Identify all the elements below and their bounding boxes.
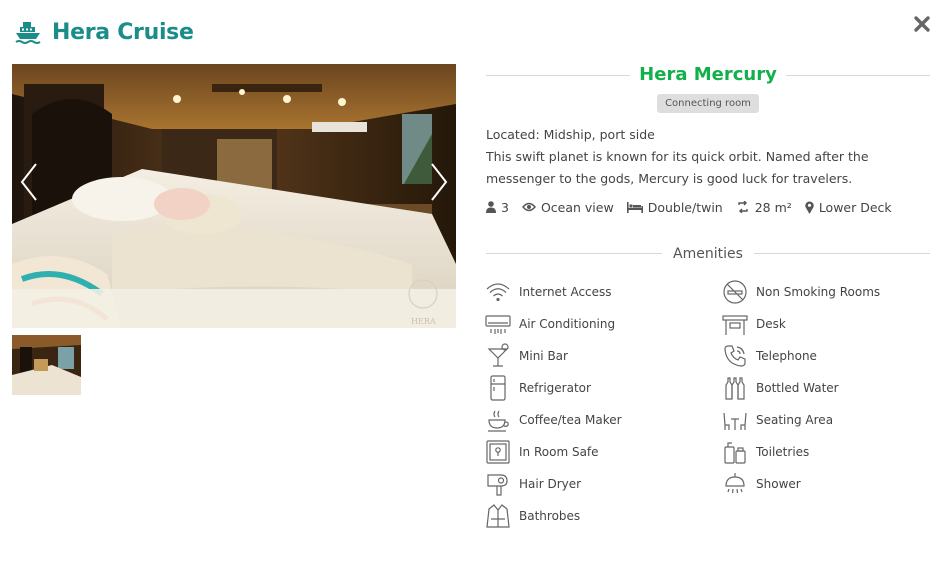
fact-view: Ocean view bbox=[522, 200, 614, 215]
chevron-left-icon[interactable] bbox=[18, 160, 40, 204]
amenity-label: Refrigerator bbox=[519, 381, 591, 395]
fact-view-value: Ocean view bbox=[540, 199, 614, 215]
amenity-item: Seating Area bbox=[722, 407, 833, 433]
fact-bed: Double/twin bbox=[626, 199, 723, 215]
divider bbox=[486, 75, 630, 76]
divider bbox=[486, 253, 662, 254]
coffee-cup-icon bbox=[488, 410, 509, 432]
amenity-item: Non Smoking Rooms bbox=[722, 279, 880, 305]
amenity-label: Coffee/tea Maker bbox=[519, 413, 622, 427]
wifi-icon bbox=[486, 283, 510, 302]
room-location: Located: Midship, port side bbox=[486, 127, 655, 142]
close-icon[interactable] bbox=[912, 14, 932, 34]
amenity-label: Mini Bar bbox=[519, 349, 568, 363]
svg-text:HERA: HERA bbox=[411, 317, 436, 326]
fact-bed-value: Double/twin bbox=[647, 199, 723, 215]
amenities-heading: Amenities bbox=[486, 244, 930, 264]
amenity-item: Coffee/tea Maker bbox=[485, 407, 622, 433]
room-description-text: This swift planet is known for its quick… bbox=[486, 149, 869, 186]
no-smoking-icon bbox=[723, 280, 747, 304]
air-conditioner-icon bbox=[485, 315, 511, 334]
seating-area-icon bbox=[723, 412, 747, 430]
fact-guests-value: 3 bbox=[501, 199, 509, 215]
amenity-label: Bottled Water bbox=[756, 381, 839, 395]
amenity-item: In Room Safe bbox=[485, 439, 599, 465]
chevron-right-icon[interactable] bbox=[428, 160, 450, 204]
amenity-item: Telephone bbox=[722, 343, 817, 369]
resize-icon bbox=[738, 201, 748, 213]
amenity-item: Refrigerator bbox=[485, 375, 591, 401]
status-badge: Connecting room bbox=[657, 94, 759, 113]
desk-icon bbox=[722, 315, 748, 335]
brand-header: Hera Cruise bbox=[14, 18, 194, 46]
room-photo: HERA bbox=[12, 64, 456, 328]
eye-icon bbox=[522, 202, 536, 212]
room-heading: Hera Mercury bbox=[486, 62, 930, 88]
amenity-item: Mini Bar bbox=[485, 343, 568, 369]
fact-size-value: 28 m² bbox=[754, 199, 792, 215]
telephone-icon bbox=[724, 345, 746, 367]
amenity-item: Shower bbox=[722, 471, 801, 497]
fact-guests: 3 bbox=[486, 200, 509, 215]
shower-icon bbox=[725, 473, 745, 494]
room-name: Hera Mercury bbox=[639, 64, 777, 85]
fact-deck: Lower Deck bbox=[805, 200, 892, 215]
room-detail-modal: Hera Cruise HERA Hera Mercury Connecting… bbox=[0, 0, 940, 572]
cocktail-icon bbox=[487, 343, 509, 367]
amenity-label: Bathrobes bbox=[519, 509, 581, 523]
bottled-water-icon bbox=[725, 377, 745, 400]
divider bbox=[754, 253, 930, 254]
amenity-item: Hair Dryer bbox=[485, 471, 581, 497]
amenity-label: Hair Dryer bbox=[519, 477, 582, 491]
amenity-item: Internet Access bbox=[485, 279, 612, 305]
page-title: Hera Cruise bbox=[52, 19, 194, 45]
amenity-label: Desk bbox=[756, 317, 786, 331]
room-description: Located: Midship, port side This swift p… bbox=[486, 124, 930, 190]
toiletries-icon bbox=[724, 442, 746, 464]
amenity-label: Internet Access bbox=[519, 285, 612, 299]
bed-icon bbox=[626, 201, 643, 213]
amenity-label: Non Smoking Rooms bbox=[756, 285, 881, 299]
amenity-item: Bottled Water bbox=[722, 375, 839, 401]
safe-icon bbox=[486, 440, 510, 464]
ship-icon bbox=[14, 18, 42, 46]
map-marker-icon bbox=[805, 201, 814, 214]
bathrobe-icon bbox=[486, 504, 510, 528]
fact-size: 28 m² bbox=[736, 200, 792, 215]
amenity-item: Desk bbox=[722, 311, 786, 337]
hair-dryer-icon bbox=[487, 474, 508, 496]
amenity-item: Bathrobes bbox=[485, 503, 580, 529]
amenity-label: Shower bbox=[756, 477, 801, 491]
amenity-item: Toiletries bbox=[722, 439, 809, 465]
amenity-label: Telephone bbox=[756, 349, 817, 363]
refrigerator-icon bbox=[490, 375, 506, 401]
amenity-label: Seating Area bbox=[756, 413, 834, 427]
amenity-item: Air Conditioning bbox=[485, 311, 615, 337]
amenity-label: Air Conditioning bbox=[519, 317, 616, 331]
amenity-label: In Room Safe bbox=[519, 445, 599, 459]
gallery-thumbnail[interactable] bbox=[12, 335, 81, 395]
fact-deck-value: Lower Deck bbox=[818, 199, 892, 215]
amenity-label: Toiletries bbox=[756, 445, 810, 459]
divider bbox=[786, 75, 930, 76]
user-icon bbox=[486, 201, 496, 213]
amenities-title: Amenities bbox=[673, 246, 743, 262]
room-facts: 3 Ocean view Double/twin 28 m² Lower Dec… bbox=[486, 197, 905, 217]
